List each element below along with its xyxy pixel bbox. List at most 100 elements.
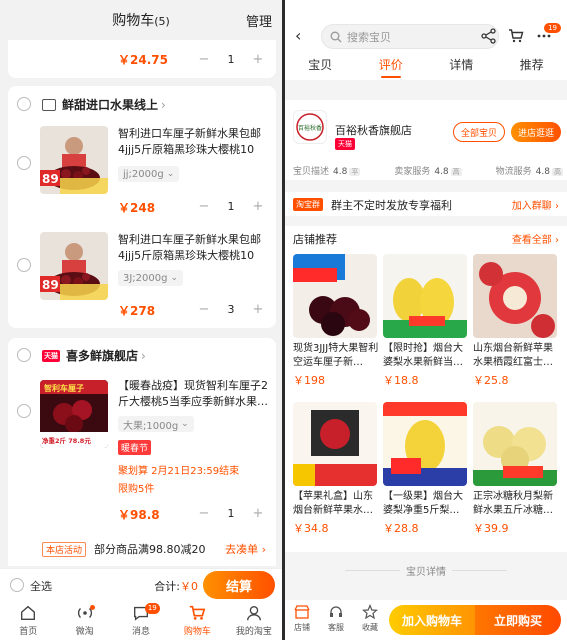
rating-label: 物流服务 — [495, 167, 532, 177]
search-input[interactable]: 搜索宝贝 — [321, 24, 499, 49]
store-icon — [42, 98, 56, 111]
checkout-button[interactable]: 结算 — [203, 571, 275, 599]
product-screen: ‹ 搜索宝贝 19 宝贝 评价 详情 推荐 百裕秋香 百裕秋香旗舰店 天猫 全部… — [285, 0, 567, 640]
quantity-stepper[interactable]: − 1 + — [196, 197, 266, 215]
cart-screen: ￥24.75 − 1 + 鲜甜进口水果线上 › 89 智利进口车厘子新鲜水果包邮… — [0, 0, 282, 640]
rec-product-card[interactable]: 【苹果礼盒】山东烟台新鲜苹果水… ￥34.8 — [293, 402, 379, 536]
product-title[interactable]: 智利进口车厘子新鲜水果包邮4jjj5斤原箱黑珍珠大樱桃10斤… — [118, 126, 268, 158]
tab-label: 消息 — [132, 627, 151, 637]
product-tabs: 宝贝 评价 详情 推荐 — [285, 56, 567, 78]
rec-product-card[interactable]: 【一级果】烟台大婆梨净重5斤梨… ￥28.8 — [383, 402, 469, 536]
promo-tag: 暖春节 — [118, 440, 152, 455]
rec-product-card[interactable]: 【限时抢】烟台大婆梨水果新鲜当… ￥18.8 — [383, 254, 469, 388]
cart-icon[interactable] — [507, 27, 525, 45]
item-select-radio[interactable] — [17, 156, 31, 170]
shop-header[interactable]: 鲜甜进口水果线上 › — [42, 96, 166, 113]
product-name: 山东烟台新鲜苹果水果栖霞红富士… — [473, 343, 553, 368]
chevron-down-icon: ⌄ — [181, 419, 189, 429]
quantity-stepper[interactable]: − 1 + — [196, 504, 266, 522]
sku-selector[interactable]: 大果;1000g ⌄ — [118, 416, 194, 432]
minus-button[interactable]: − — [196, 52, 212, 67]
tmall-badge: 天猫 — [335, 138, 355, 150]
product-title[interactable]: 智利进口车厘子新鲜水果包邮4jjj5斤原箱黑珍珠大樱桃10斤… — [118, 232, 268, 264]
shop-header[interactable]: 天猫 喜多鲜旗舰店 › — [42, 347, 146, 364]
product-price: ￥34.8 — [293, 522, 329, 535]
view-all-link[interactable]: 查看全部 › — [512, 231, 559, 246]
product-title[interactable]: 【暖春战疫】现货智利车厘子2斤大樱桃5当季应季新鲜水果… — [118, 378, 268, 410]
product-thumbnail[interactable]: 智利车厘子 净重2斤 78.8元 — [40, 380, 108, 448]
plus-button[interactable]: + — [250, 52, 266, 67]
sku-selector[interactable]: jj;2000g ⌄ — [118, 166, 180, 182]
cart-title-text: 购物车 — [112, 13, 155, 29]
user-icon — [246, 606, 261, 621]
back-arrow-icon[interactable]: ‹ — [295, 26, 301, 45]
minus-button[interactable]: − — [196, 302, 212, 317]
tab-details[interactable]: 详情 — [426, 56, 497, 78]
store-card: 百裕秋香 百裕秋香旗舰店 天猫 全部宝贝 进店逛逛 宝贝描述 4.8 平 卖家服务 4… — [285, 100, 567, 180]
store-icon — [294, 605, 310, 619]
product-thumbnail[interactable]: 89 — [40, 126, 108, 194]
tab-item[interactable]: 宝贝 — [285, 56, 356, 78]
service-label: 客服 — [328, 623, 344, 632]
sku-selector[interactable]: 3J;2000g ⌄ — [118, 270, 184, 286]
minus-button[interactable]: − — [196, 506, 212, 521]
shop-select-radio[interactable] — [17, 97, 31, 111]
shop-button[interactable]: 店铺 — [287, 604, 317, 633]
buy-now-button[interactable]: 立即购买 — [475, 605, 561, 635]
group-chat-banner[interactable]: 淘宝群 群主不定时发放专享福利 加入群聊 › — [285, 192, 567, 216]
total-value: ￥0 — [180, 580, 198, 593]
tab-label: 微淘 — [75, 627, 94, 637]
plus-button[interactable]: + — [250, 199, 266, 214]
tab-cart[interactable]: 购物车 — [169, 600, 225, 640]
purchase-limit: 限购5件 — [118, 484, 155, 495]
message-badge: 19 — [144, 603, 160, 614]
tab-label: 首页 — [19, 627, 38, 637]
favorite-button[interactable]: 收藏 — [355, 604, 385, 633]
plus-button[interactable]: + — [250, 302, 266, 317]
bottom-tab-bar: 首页 微淘 19 消息 购物车 我的淘宝 — [0, 600, 282, 640]
share-icon[interactable] — [480, 27, 498, 45]
store-name[interactable]: 百裕秋香旗舰店 — [335, 122, 412, 138]
item-select-radio[interactable] — [17, 258, 31, 272]
quantity-value: 1 — [227, 52, 235, 66]
rating-level: 平 — [349, 168, 361, 176]
plus-button[interactable]: + — [250, 506, 266, 521]
minus-button[interactable]: − — [196, 199, 212, 214]
thumb-title-label: 智利车厘子 — [44, 383, 84, 393]
rec-product-card[interactable]: 山东烟台新鲜苹果水果栖霞红富士… ￥25.8 — [473, 254, 559, 388]
join-group-link[interactable]: 加入群聊 › — [512, 197, 559, 212]
product-price: ￥198 — [293, 374, 325, 387]
item-select-radio[interactable] — [17, 404, 31, 418]
product-price: ￥39.9 — [473, 522, 509, 535]
tab-home[interactable]: 首页 — [0, 600, 56, 640]
rating-value: 4.8 — [535, 167, 550, 177]
headset-icon — [330, 606, 342, 617]
customer-service-button[interactable]: 客服 — [321, 604, 351, 633]
rec-product-card[interactable]: 正宗冰糖秋月梨新鲜水果五斤冰糖… ￥39.9 — [473, 402, 559, 536]
add-on-link[interactable]: 去凑单 › — [225, 541, 266, 557]
all-items-button[interactable]: 全部宝贝 — [453, 122, 505, 142]
shop-select-radio[interactable] — [17, 348, 31, 362]
tab-messages[interactable]: 19 消息 — [113, 600, 169, 640]
store-logo[interactable]: 百裕秋香 — [293, 110, 327, 144]
tab-weitao[interactable]: 微淘 — [56, 600, 112, 640]
product-thumbnail[interactable]: 89 — [40, 232, 108, 300]
chevron-down-icon: ⌄ — [166, 169, 175, 179]
store-recommendations: 店铺推荐 查看全部 › 现货3JJJ特大果智利空运车厘子新… ￥198 【限时抢… — [285, 226, 567, 552]
thumb-price-label: 89 — [42, 172, 59, 186]
product-image — [473, 254, 557, 338]
cart-icon — [190, 605, 206, 620]
rec-product-card[interactable]: 现货3JJJ特大果智利空运车厘子新… ￥198 — [293, 254, 379, 388]
quantity-stepper[interactable]: − 3 + — [196, 300, 266, 318]
tab-recommend[interactable]: 推荐 — [497, 56, 567, 78]
quantity-stepper[interactable]: − 1 + — [196, 50, 266, 68]
add-to-cart-button[interactable]: 加入购物车 — [389, 605, 475, 635]
visit-store-button[interactable]: 进店逛逛 — [511, 122, 561, 142]
select-all-label[interactable]: 全选 — [30, 578, 52, 594]
product-name: 正宗冰糖秋月梨新鲜水果五斤冰糖… — [473, 491, 553, 516]
manage-button[interactable]: 管理 — [246, 11, 272, 30]
item-price: ￥248 — [118, 201, 156, 215]
select-all-radio[interactable] — [10, 578, 24, 592]
tab-reviews[interactable]: 评价 — [356, 56, 427, 78]
tab-my-taobao[interactable]: 我的淘宝 — [226, 600, 282, 640]
